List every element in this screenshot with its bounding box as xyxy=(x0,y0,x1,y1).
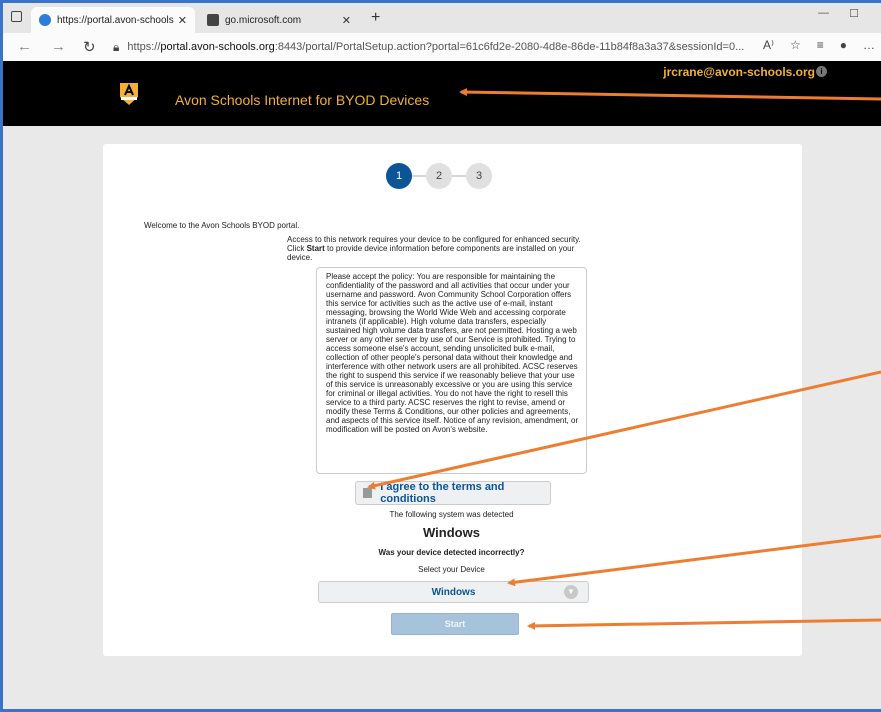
browser-window: https://portal.avon-schools.org:8 ✕ go.m… xyxy=(3,3,881,709)
annotation-overlay xyxy=(367,88,881,630)
annotation-arrow-select xyxy=(507,534,881,587)
annotation-arrow-checkbox xyxy=(367,370,881,490)
annotation-arrow-start xyxy=(527,618,881,630)
annotation-arrow-title xyxy=(459,88,881,101)
